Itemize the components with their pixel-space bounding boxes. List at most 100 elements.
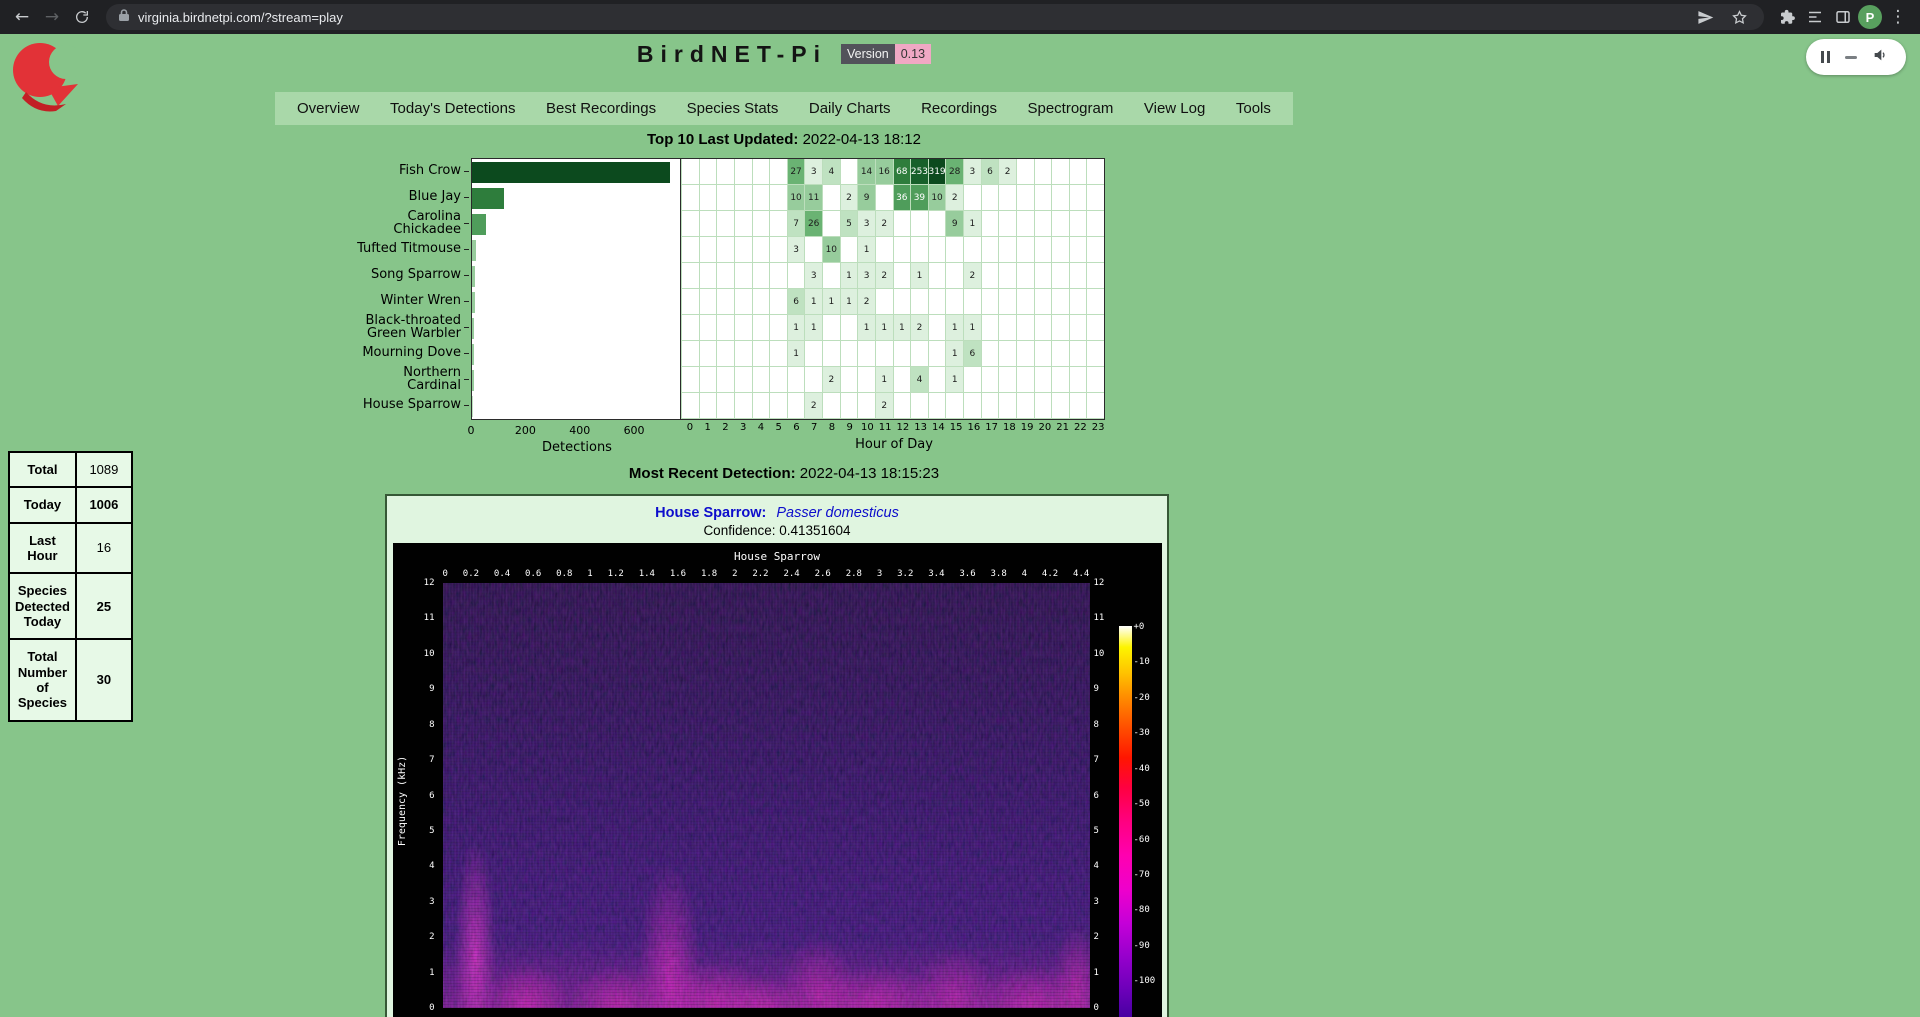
stats-label: Total — [9, 452, 76, 487]
heatmap-cell — [787, 263, 805, 289]
extensions-puzzle-icon[interactable] — [1774, 4, 1800, 30]
nav-item-best-recordings[interactable]: Best Recordings — [546, 100, 656, 117]
profile-avatar[interactable]: P — [1858, 5, 1882, 29]
nav-item-spectrogram[interactable]: Spectrogram — [1027, 100, 1113, 117]
spec-y-tick: 12 — [417, 578, 435, 588]
heatmap-cell: 2 — [875, 263, 893, 289]
heatmap-cell: 3 — [787, 237, 805, 263]
nav-item-species-stats[interactable]: Species Stats — [687, 100, 779, 117]
nav-item-daily-charts[interactable]: Daily Charts — [809, 100, 891, 117]
seek-bar[interactable] — [1845, 56, 1857, 59]
heatmap-cell — [1086, 289, 1104, 315]
species-scientific-name-link[interactable]: Passer domesticus — [776, 505, 899, 521]
stats-value-link[interactable]: 25 — [76, 573, 132, 639]
heatmap-cell — [875, 289, 893, 315]
send-icon[interactable] — [1692, 4, 1718, 30]
spec-y-tick: 11 — [417, 613, 435, 623]
heatmap-cell — [857, 367, 875, 393]
forward-icon[interactable]: → — [38, 3, 66, 31]
hour-axis-tick: 0 — [681, 422, 699, 433]
heatmap-cell — [1069, 263, 1087, 289]
heatmap-cell — [769, 367, 787, 393]
tab-list-icon[interactable] — [1802, 4, 1828, 30]
hour-axis-tick: 21 — [1054, 422, 1072, 433]
colorbar-tick: -100 — [1134, 976, 1156, 986]
heatmap-cell — [893, 211, 911, 237]
stats-row: Total1089 — [9, 452, 132, 487]
spec-x-tick: 2.8 — [846, 569, 862, 579]
bar-row — [472, 263, 680, 289]
recent-heading-value: 2022-04-13 18:15:23 — [800, 465, 939, 482]
heatmap-cell — [945, 237, 963, 263]
spec-x-tick: 4.4 — [1073, 569, 1089, 579]
heatmap-cell — [963, 237, 981, 263]
spec-y-tick: 11 — [1094, 613, 1112, 623]
species-label: Black-throated Green Warbler — [275, 314, 471, 340]
nav-item-view-log[interactable]: View Log — [1144, 100, 1205, 117]
heatmap-cell — [981, 393, 999, 419]
reload-icon[interactable] — [68, 3, 96, 31]
heatmap-cell — [752, 159, 770, 185]
heatmap-cell: 1 — [875, 367, 893, 393]
bar-row — [472, 159, 680, 185]
heatmap-cell — [963, 367, 981, 393]
heatmap-cell — [769, 185, 787, 211]
heatmap-cell: 6 — [963, 341, 981, 367]
version-badge: Version0.13 — [841, 47, 931, 61]
species-common-name-link[interactable]: House Sparrow: — [655, 505, 766, 521]
address-bar[interactable]: virginia.birdnetpi.com/?stream=play — [106, 4, 1764, 30]
bookmark-star-icon[interactable] — [1726, 4, 1752, 30]
heatmap-cell — [1086, 315, 1104, 341]
heatmap-cell — [681, 237, 699, 263]
spec-y-tick: 9 — [1094, 684, 1112, 694]
heatmap-cell — [716, 237, 734, 263]
heatmap-cell: 1 — [945, 367, 963, 393]
spectrogram-plot — [443, 583, 1090, 1008]
heatmap-cell: 14 — [857, 159, 875, 185]
heatmap-cell — [1051, 393, 1069, 419]
nav-item-overview[interactable]: Overview — [297, 100, 360, 117]
heatmap-cell — [1034, 289, 1052, 315]
heatmap-cell: 9 — [945, 211, 963, 237]
spec-x-tick: 1.8 — [701, 569, 717, 579]
hour-axis-tick: 17 — [983, 422, 1001, 433]
heatmap-cell — [857, 341, 875, 367]
recent-heading-label: Most Recent Detection: — [629, 465, 796, 482]
heatmap-cell — [1051, 263, 1069, 289]
stats-value-link[interactable]: 1006 — [76, 487, 132, 522]
heatmap-cell — [1034, 315, 1052, 341]
nav-item-tools[interactable]: Tools — [1236, 100, 1271, 117]
heatmap-cell — [1016, 341, 1034, 367]
stats-value-link[interactable]: 30 — [76, 639, 132, 720]
heatmap-cell — [1086, 367, 1104, 393]
species-label: Song Sparrow — [275, 262, 471, 288]
heatmap-cell — [840, 341, 858, 367]
heatmap-cell — [699, 341, 717, 367]
heatmap-cell — [998, 185, 1016, 211]
heatmap-cell — [1069, 289, 1087, 315]
heatmap-cell — [875, 185, 893, 211]
heatmap-cell — [981, 289, 999, 315]
heatmap-cell — [716, 393, 734, 419]
heatmap-cell: 27 — [787, 159, 805, 185]
heatmap-cell — [1069, 185, 1087, 211]
hour-axis-tick: 9 — [841, 422, 859, 433]
heatmap-cell: 1 — [840, 289, 858, 315]
heatmap-cell — [998, 393, 1016, 419]
bar-axis-tick: 200 — [515, 424, 536, 437]
pause-icon[interactable] — [1821, 51, 1830, 63]
heatmap-cell: 16 — [875, 159, 893, 185]
heatmap-cell — [699, 185, 717, 211]
nav-item-today-s-detections[interactable]: Today's Detections — [390, 100, 515, 117]
volume-icon[interactable] — [1872, 47, 1888, 68]
back-icon[interactable]: ← — [8, 3, 36, 31]
heatmap-cell: 2 — [804, 393, 822, 419]
nav-item-recordings[interactable]: Recordings — [921, 100, 997, 117]
browser-toolbar: ← → virginia.birdnetpi.com/?stream=play … — [0, 0, 1920, 34]
side-panel-icon[interactable] — [1830, 4, 1856, 30]
audio-player[interactable] — [1806, 39, 1906, 75]
menu-kebab-icon[interactable]: ⋮ — [1884, 3, 1912, 31]
detections-bar — [472, 214, 486, 235]
heatmap-cell — [998, 263, 1016, 289]
hour-axis-ticks: 01234567891011121314151617181920212223 — [681, 422, 1107, 433]
